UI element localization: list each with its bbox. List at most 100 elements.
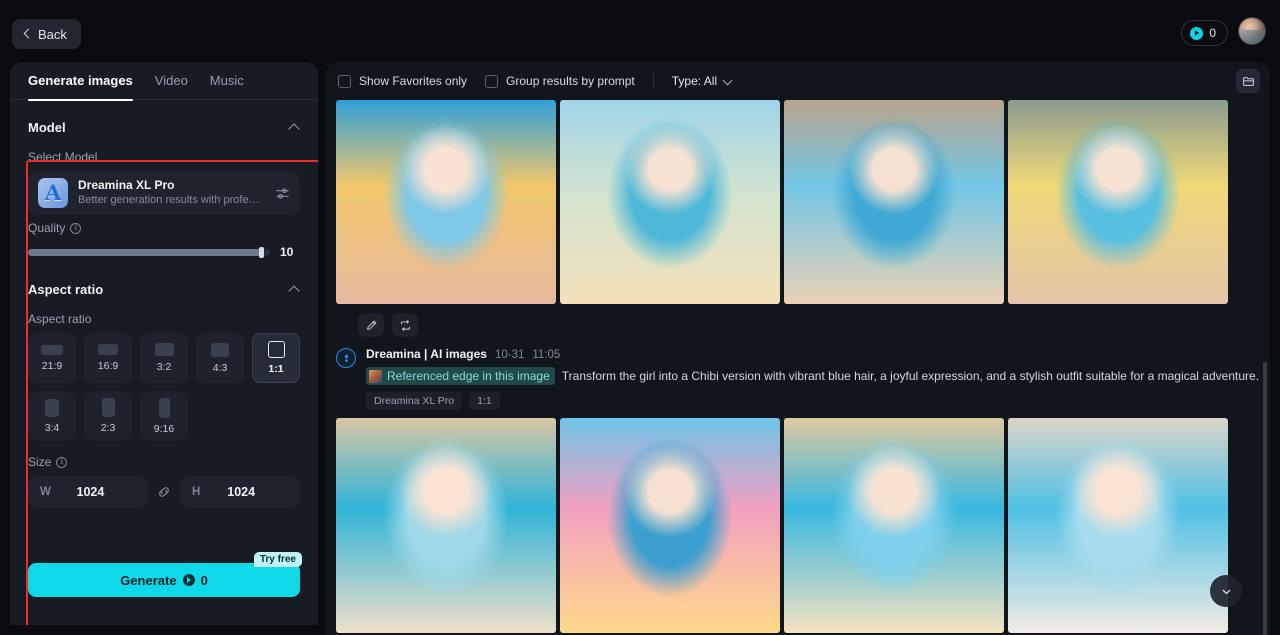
model-info: Dreamina XL Pro Better generation result… [78,178,265,208]
aspect-ratio-shape [211,342,229,357]
chevron-up-icon[interactable] [289,284,300,295]
sliders-icon[interactable] [275,186,290,201]
divider [652,73,654,89]
quality-slider-handle[interactable] [258,246,264,258]
aspect-ratio-option-1-1[interactable]: 1:1 [252,333,300,383]
top-bar: Back 0 [0,0,1280,62]
aspect-ratio-option-4-3[interactable]: 4:3 [196,333,244,383]
result-image-8[interactable] [1008,418,1228,633]
info-icon[interactable] [56,456,68,468]
result-image-6[interactable] [560,418,780,633]
prompt-tags: Dreamina XL Pro 1:1 [366,392,1270,410]
quality-slider[interactable] [28,246,270,258]
reference-chip-label: Referenced edge in this image [387,369,550,383]
aspect-ratio-option-label: 9:16 [153,422,175,435]
aspect-ratio-shape [101,398,115,417]
group-results-label: Group results by prompt [506,74,635,88]
generate-area: Try free Generate 0 [28,552,302,597]
type-filter-label: Type: All [671,74,718,88]
folder-button[interactable] [1236,69,1260,93]
credits-badge[interactable]: 0 [1181,20,1228,46]
credit-coin-icon [182,574,195,586]
credit-coin-icon [1190,26,1204,40]
tab-video[interactable]: Video [155,62,188,100]
result-row-2 [326,418,1270,633]
aspect-ratio-option-label: 4:3 [212,361,228,374]
result-image-3[interactable] [784,100,1004,304]
try-free-badge: Try free [253,552,302,567]
result-image-2[interactable] [560,100,780,304]
width-key: W [40,486,51,498]
avatar[interactable] [1238,17,1266,45]
aspect-ratio-option-2-3[interactable]: 2:3 [84,391,132,441]
scroll-down-button[interactable] [1210,575,1242,607]
aspect-ratio-option-label: 3:2 [156,361,172,373]
aspect-ratio-option-16-9[interactable]: 16:9 [84,333,132,383]
aspect-ratio-option-21-9[interactable]: 21:9 [28,333,76,383]
info-icon[interactable] [70,222,82,234]
reference-chip[interactable]: Referenced edge in this image [366,367,555,385]
type-filter-dropdown[interactable]: Type: All [672,74,732,88]
quality-value: 10 [280,245,294,259]
aspect-ratio-label: Aspect ratio [28,312,300,326]
aspect-ratio-option-label: 3:4 [44,421,60,434]
back-button-label: Back [38,26,67,42]
aspect-ratio-section-header[interactable]: Aspect ratio [28,272,300,306]
tab-generate-images[interactable]: Generate images [28,62,133,101]
dreamina-logo-icon [336,348,356,368]
aspect-ratio-option-3-4[interactable]: 3:4 [28,391,76,441]
group-results-checkbox[interactable]: Group results by prompt [485,74,635,88]
prompt-text: Transform the girl into a Chibi version … [561,369,1260,383]
prompt-block: Dreamina | AI images 10-31 11:05 Referen… [326,337,1270,418]
checkbox-icon[interactable] [338,74,351,88]
back-button[interactable]: Back [12,19,81,49]
aspect-ratio-option-label: 16:9 [97,360,119,372]
chevron-down-icon [1222,589,1230,594]
result-image-1[interactable] [336,100,556,304]
results-panel: Show Favorites only Group results by pro… [326,62,1270,635]
show-favorites-checkbox[interactable]: Show Favorites only [338,74,467,88]
quality-slider-row: 10 [28,242,300,262]
aspect-ratio-grid: 21:9 16:9 3:2 4:3 1:1 3:4 2:3 9:16 [28,333,300,441]
quality-slider-fill [28,246,264,258]
reference-thumbnail [369,369,382,383]
regenerate-button[interactable] [392,313,418,337]
result-image-7[interactable] [784,418,1004,633]
settings-body: Model Select Model Dreamina XL Pro Bette… [10,100,318,625]
tab-music-label: Music [209,73,244,88]
prompt-header: Dreamina | AI images 10-31 11:05 [366,347,1270,361]
tag-model: Dreamina XL Pro [366,392,463,410]
height-input[interactable]: H 1024 [180,476,300,508]
edit-button[interactable] [358,313,384,337]
chevron-left-icon [22,29,32,39]
results-scrollbar[interactable] [1263,362,1267,635]
aspect-ratio-option-label: 2:3 [100,422,116,434]
generate-button[interactable]: Generate 0 [28,563,300,597]
chevron-up-icon[interactable] [289,122,300,133]
aspect-ratio-shape [154,343,174,356]
result-image-5[interactable] [336,418,556,633]
link-icon[interactable] [156,484,172,500]
width-input[interactable]: W 1024 [28,476,148,508]
model-selector[interactable]: Dreamina XL Pro Better generation result… [28,171,300,215]
aspect-ratio-shape [98,344,118,355]
result-image-4[interactable] [1008,100,1228,304]
result-actions [326,304,1270,337]
prompt-content: Dreamina | AI images 10-31 11:05 Referen… [366,347,1270,410]
generate-cost: 0 [200,572,208,588]
aspect-ratio-option-3-2[interactable]: 3:2 [140,333,188,383]
size-label-text: Size [28,455,52,469]
checkbox-icon[interactable] [485,74,499,88]
settings-panel: Generate images Video Music Model Select… [10,62,318,625]
model-name: Dreamina XL Pro [78,178,175,192]
prompt-date: 10-31 [494,349,525,361]
edit-pencil-icon [366,320,376,330]
tag-ratio: 1:1 [469,392,500,410]
model-section-header[interactable]: Model [28,110,300,144]
size-inputs: W 1024 H 1024 [28,476,300,508]
chevron-down-icon [723,77,732,86]
results-list: Dreamina | AI images 10-31 11:05 Referen… [326,100,1270,635]
aspect-ratio-option-9-16[interactable]: 9:16 [140,391,188,441]
tab-music[interactable]: Music [210,62,244,100]
result-row-1 [326,100,1270,304]
